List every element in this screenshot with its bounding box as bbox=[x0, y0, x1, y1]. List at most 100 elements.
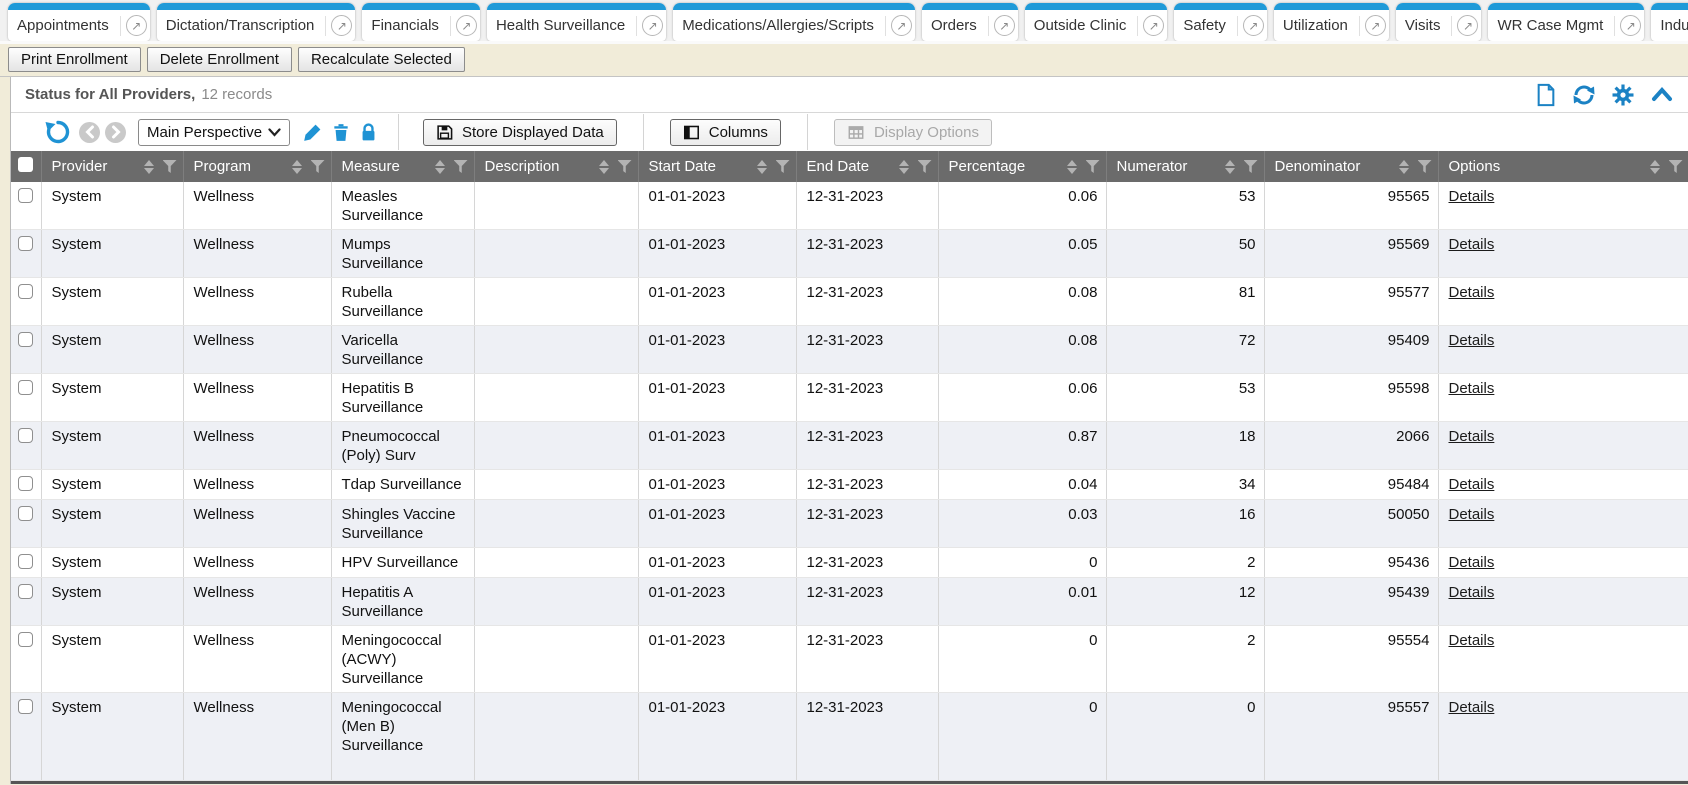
enrollment-action-button[interactable]: Delete Enrollment bbox=[147, 47, 292, 72]
details-link[interactable]: Details bbox=[1449, 632, 1495, 649]
undo-icon[interactable] bbox=[45, 119, 71, 145]
external-link-icon[interactable]: ↗ bbox=[1143, 15, 1164, 36]
module-tab[interactable]: Medications/Allergies/Scripts ↗ bbox=[673, 3, 915, 41]
details-link[interactable]: Details bbox=[1449, 236, 1495, 253]
module-tab[interactable]: WR Case Mgmt ↗ bbox=[1488, 3, 1644, 41]
row-checkbox[interactable] bbox=[18, 236, 33, 251]
module-tab[interactable]: Health Surveillance ↗ bbox=[487, 3, 666, 41]
select-all-checkbox[interactable] bbox=[18, 157, 33, 172]
row-checkbox[interactable] bbox=[18, 632, 33, 647]
filter-icon[interactable] bbox=[311, 160, 325, 173]
module-tab[interactable]: Safety ↗ bbox=[1174, 3, 1267, 41]
column-header[interactable]: Program bbox=[183, 151, 331, 182]
module-tab[interactable]: Financials ↗ bbox=[362, 3, 480, 41]
external-link-icon[interactable]: ↗ bbox=[1365, 15, 1386, 36]
cell-numerator: 2 bbox=[1106, 626, 1264, 693]
store-displayed-data-button[interactable]: Store Displayed Data bbox=[423, 119, 617, 146]
sort-icon[interactable] bbox=[435, 160, 445, 174]
lock-icon[interactable] bbox=[359, 122, 378, 143]
details-link[interactable]: Details bbox=[1449, 284, 1495, 301]
filter-icon[interactable] bbox=[1244, 160, 1258, 173]
external-link-icon[interactable]: ↗ bbox=[1620, 15, 1641, 36]
edit-pencil-icon[interactable] bbox=[302, 122, 323, 143]
row-checkbox[interactable] bbox=[18, 699, 33, 714]
external-link-icon[interactable]: ↗ bbox=[331, 15, 352, 36]
nav-forward-icon[interactable] bbox=[105, 122, 126, 143]
module-tab[interactable]: Appointments ↗ bbox=[8, 3, 150, 41]
column-header[interactable]: Description bbox=[474, 151, 638, 182]
row-checkbox[interactable] bbox=[18, 380, 33, 395]
column-header[interactable]: Start Date bbox=[638, 151, 796, 182]
filter-icon[interactable] bbox=[454, 160, 468, 173]
sort-icon[interactable] bbox=[1650, 160, 1660, 174]
details-link[interactable]: Details bbox=[1449, 554, 1495, 571]
filter-icon[interactable] bbox=[163, 160, 177, 173]
row-checkbox[interactable] bbox=[18, 476, 33, 491]
sort-icon[interactable] bbox=[1399, 160, 1409, 174]
enrollment-action-button[interactable]: Recalculate Selected bbox=[298, 47, 465, 72]
perspective-select[interactable]: Main Perspective bbox=[138, 119, 290, 146]
gear-icon[interactable] bbox=[1611, 83, 1635, 107]
module-tab[interactable]: Industrial ↗ bbox=[1651, 3, 1688, 41]
module-tab[interactable]: Outside Clinic ↗ bbox=[1025, 3, 1168, 41]
delete-trash-icon[interactable] bbox=[331, 122, 351, 143]
details-link[interactable]: Details bbox=[1449, 476, 1495, 493]
row-checkbox[interactable] bbox=[18, 428, 33, 443]
external-link-icon[interactable]: ↗ bbox=[994, 15, 1015, 36]
cell-denominator: 95484 bbox=[1264, 470, 1438, 500]
column-header[interactable]: Measure bbox=[331, 151, 474, 182]
columns-button[interactable]: Columns bbox=[670, 119, 781, 146]
details-link[interactable]: Details bbox=[1449, 332, 1495, 349]
module-tab[interactable]: Dictation/Transcription ↗ bbox=[157, 3, 356, 41]
sort-icon[interactable] bbox=[292, 160, 302, 174]
column-header[interactable]: Denominator bbox=[1264, 151, 1438, 182]
display-options-button[interactable]: Display Options bbox=[834, 119, 992, 146]
nav-back-icon[interactable] bbox=[79, 122, 100, 143]
module-tab[interactable]: Visits ↗ bbox=[1396, 3, 1482, 41]
row-checkbox[interactable] bbox=[18, 188, 33, 203]
external-link-icon[interactable]: ↗ bbox=[891, 15, 912, 36]
column-header[interactable]: Options bbox=[1438, 151, 1688, 182]
filter-icon[interactable] bbox=[918, 160, 932, 173]
row-checkbox[interactable] bbox=[18, 332, 33, 347]
sort-icon[interactable] bbox=[1225, 160, 1235, 174]
column-header[interactable]: Percentage bbox=[938, 151, 1106, 182]
enrollment-action-button[interactable]: Print Enrollment bbox=[8, 47, 141, 72]
column-header[interactable]: End Date bbox=[796, 151, 938, 182]
module-tab[interactable]: Utilization ↗ bbox=[1274, 3, 1389, 41]
filter-icon[interactable] bbox=[618, 160, 632, 173]
row-checkbox[interactable] bbox=[18, 584, 33, 599]
select-all-header[interactable] bbox=[11, 151, 41, 182]
sort-icon[interactable] bbox=[899, 160, 909, 174]
external-link-icon[interactable]: ↗ bbox=[1457, 15, 1478, 36]
sort-icon[interactable] bbox=[144, 160, 154, 174]
column-header[interactable]: Numerator bbox=[1106, 151, 1264, 182]
refresh-icon[interactable] bbox=[1572, 83, 1596, 107]
module-tab[interactable]: Orders ↗ bbox=[922, 3, 1018, 41]
row-checkbox[interactable] bbox=[18, 284, 33, 299]
external-link-icon[interactable]: ↗ bbox=[126, 15, 147, 36]
row-checkbox[interactable] bbox=[18, 554, 33, 569]
filter-icon[interactable] bbox=[776, 160, 790, 173]
external-link-icon[interactable]: ↗ bbox=[1243, 15, 1264, 36]
cell-provider: System bbox=[41, 470, 183, 500]
sort-icon[interactable] bbox=[1067, 160, 1077, 174]
filter-icon[interactable] bbox=[1418, 160, 1432, 173]
row-checkbox[interactable] bbox=[18, 506, 33, 521]
collapse-chevron-up-icon[interactable] bbox=[1650, 84, 1674, 106]
details-link[interactable]: Details bbox=[1449, 380, 1495, 397]
details-link[interactable]: Details bbox=[1449, 506, 1495, 523]
details-link[interactable]: Details bbox=[1449, 188, 1495, 205]
sort-icon[interactable] bbox=[757, 160, 767, 174]
new-document-icon[interactable] bbox=[1535, 83, 1557, 107]
details-link[interactable]: Details bbox=[1449, 584, 1495, 601]
external-link-icon[interactable]: ↗ bbox=[642, 15, 663, 36]
details-link[interactable]: Details bbox=[1449, 428, 1495, 445]
column-header[interactable]: Provider bbox=[41, 151, 183, 182]
sort-icon[interactable] bbox=[599, 160, 609, 174]
filter-icon[interactable] bbox=[1669, 160, 1683, 173]
external-link-icon[interactable]: ↗ bbox=[456, 15, 477, 36]
filter-icon[interactable] bbox=[1086, 160, 1100, 173]
tab-label: Orders bbox=[931, 17, 983, 34]
details-link[interactable]: Details bbox=[1449, 699, 1495, 716]
